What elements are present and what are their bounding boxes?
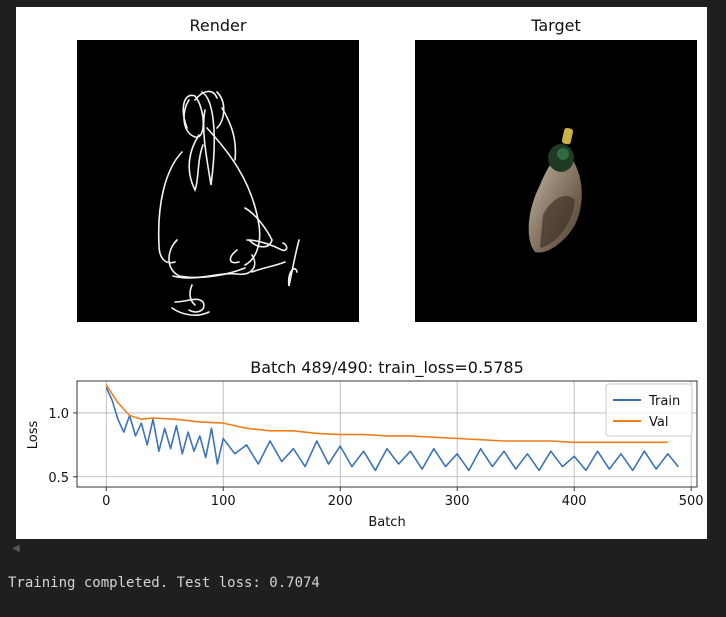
series-line-val (105, 384, 668, 444)
chart-title: Batch 489/490: train_loss=0.5785 (250, 358, 524, 378)
output-scroll-caret-icon[interactable]: ◀ (12, 543, 20, 554)
y-axis-label: Loss (26, 421, 41, 450)
legend-label-val: Val (649, 415, 668, 430)
figure-canvas: Render Target Batch 489/490: train_loss=… (16, 7, 707, 539)
render-strokes (157, 90, 300, 317)
x-tick-label: 500 (679, 494, 704, 509)
loss-chart: Batch 489/490: train_loss=0.5785 0 100 200… (26, 358, 704, 530)
y-tick-label: 0.5 (48, 471, 69, 486)
legend-label-train: Train (648, 394, 680, 409)
duck-illustration (528, 127, 582, 253)
x-tick-label: 100 (211, 494, 236, 509)
x-tick-label: 300 (445, 494, 470, 509)
x-tick-label: 400 (562, 494, 587, 509)
x-tick-label: 200 (328, 494, 353, 509)
target-title: Target (531, 16, 581, 35)
x-axis-label: Batch (368, 515, 405, 530)
render-title: Render (189, 16, 247, 35)
x-tick-label: 0 (102, 494, 110, 509)
cell-output-text: Training completed. Test loss: 0.7074 (8, 575, 320, 591)
target-image (415, 40, 697, 322)
render-image (77, 40, 359, 322)
y-tick-label: 1.0 (48, 407, 69, 422)
series-line-train (105, 387, 679, 472)
plot-frame (76, 380, 698, 488)
